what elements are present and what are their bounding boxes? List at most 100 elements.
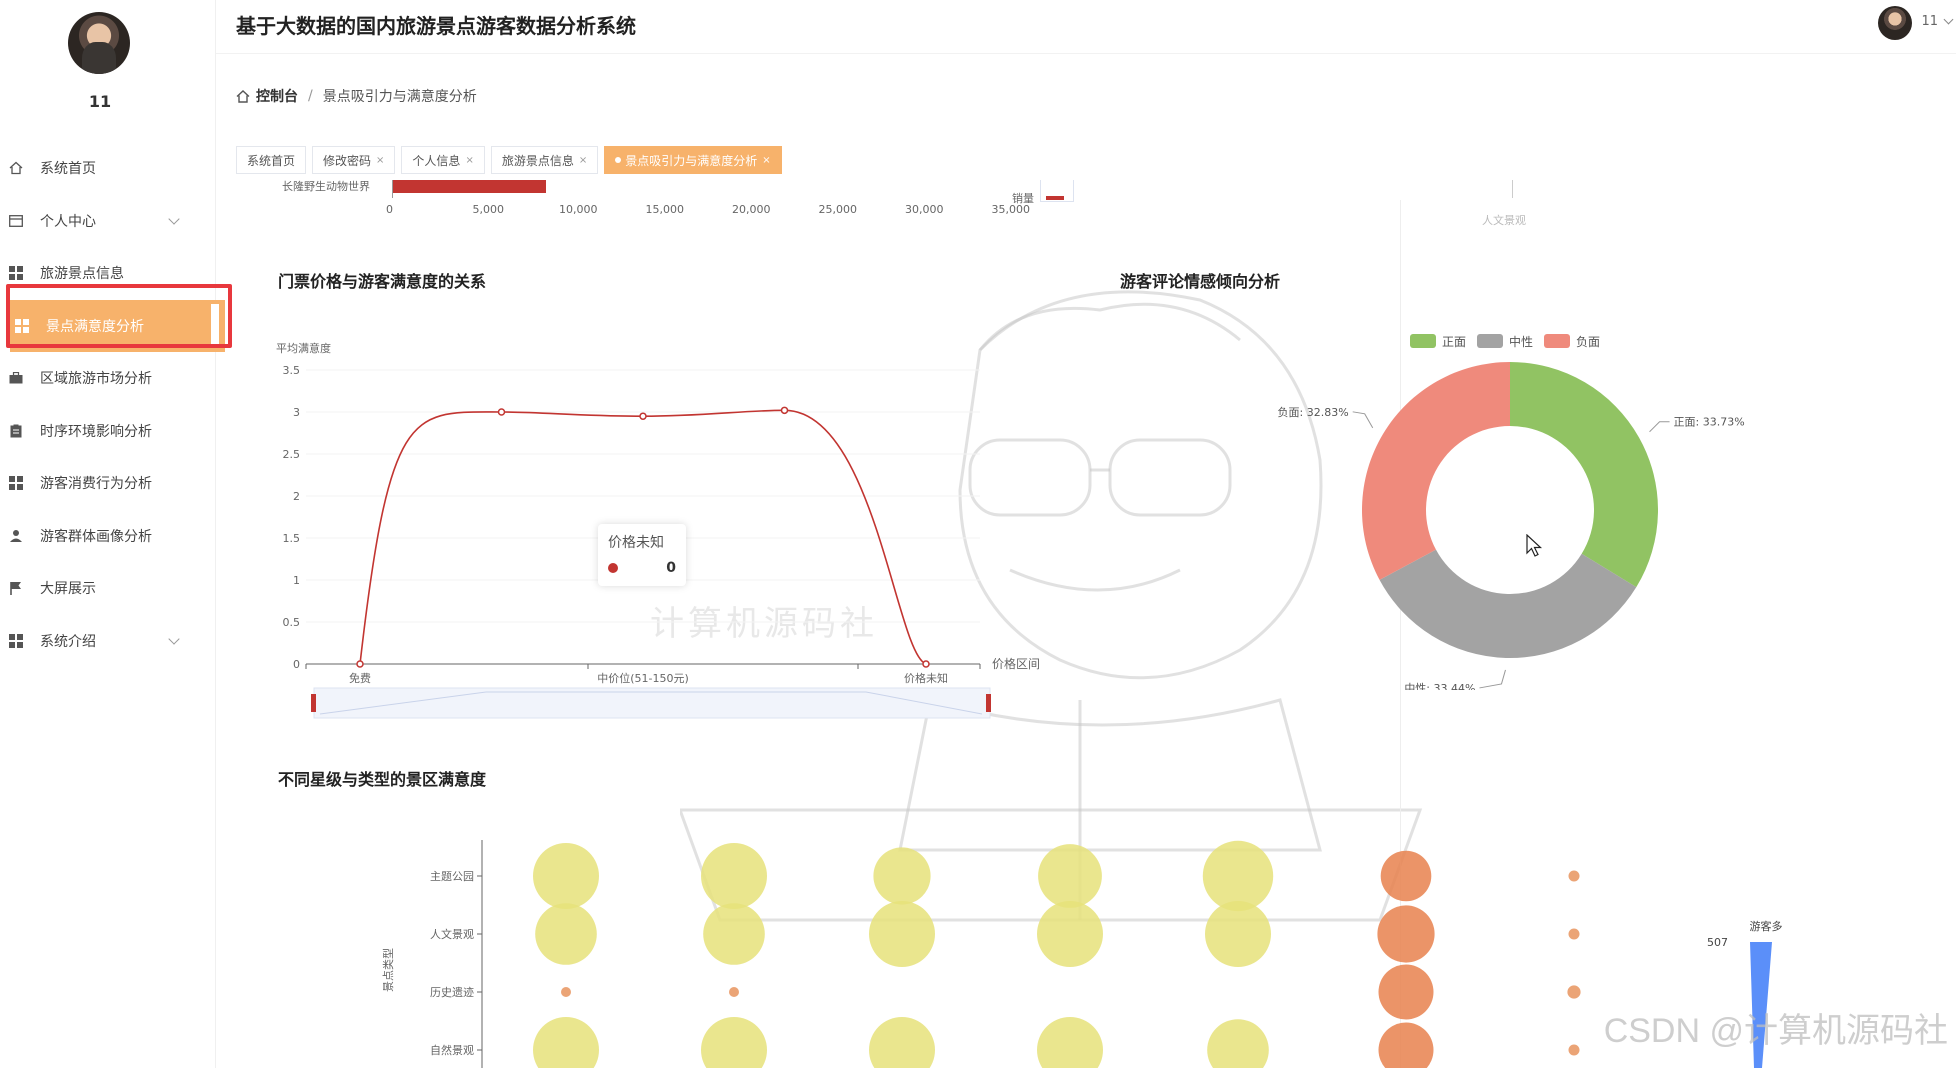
header-avatar[interactable] bbox=[1878, 6, 1912, 40]
tab-label: 个人信息 bbox=[412, 153, 461, 168]
tooltip-title: 价格未知 bbox=[608, 535, 664, 551]
close-icon[interactable]: × bbox=[579, 155, 587, 166]
sentiment-donut-chart: 正面 中性 负面正面: 33.73% 中性: 33.44% 负面: 32.83% bbox=[1278, 334, 1745, 690]
sidebar-item-label: 时序环境影响分析 bbox=[40, 423, 152, 440]
tab-label: 景点吸引力与满意度分析 bbox=[625, 153, 758, 168]
header-username[interactable]: 11 bbox=[1921, 14, 1938, 29]
datazoom-handle-right bbox=[986, 694, 991, 712]
sidebar-item-regional-market[interactable]: 区域旅游市场分析 bbox=[0, 352, 216, 405]
sidebar-item-big-screen[interactable]: 大屏展示 bbox=[0, 562, 216, 615]
tab-home[interactable]: 系统首页 bbox=[236, 146, 307, 174]
pie-slice bbox=[1362, 362, 1510, 580]
pie-slice-label: 正面: 33.73% bbox=[1674, 416, 1745, 429]
label-leader-line bbox=[1479, 669, 1506, 689]
price-chart-title: 门票价格与游客满意度的关系 bbox=[278, 272, 487, 291]
pie-slice-label: 中性: 33.44% bbox=[1404, 681, 1475, 690]
bubble-point bbox=[1568, 1044, 1580, 1056]
bubble-point bbox=[703, 903, 765, 965]
bubble-point bbox=[1202, 840, 1274, 912]
tab-change-password[interactable]: 修改密码 × bbox=[312, 146, 396, 174]
user-avatar[interactable] bbox=[68, 12, 130, 74]
tab-label: 系统首页 bbox=[247, 153, 296, 168]
x-axis-title: 价格区间 bbox=[992, 656, 1040, 671]
tab-personal-info[interactable]: 个人信息 × bbox=[401, 146, 485, 174]
bubble-point bbox=[1038, 844, 1102, 908]
sidebar-item-scenic-info[interactable]: 旅游景点信息 bbox=[0, 247, 216, 300]
partial-bar-label: 长隆野生动物世界 bbox=[282, 180, 370, 193]
legend-label: 正面 bbox=[1442, 335, 1466, 349]
partial-sales-label: 销量 bbox=[1012, 192, 1034, 205]
close-icon[interactable]: × bbox=[465, 155, 473, 166]
tab-label: 修改密码 bbox=[323, 153, 372, 168]
legend-label: 中性 bbox=[1509, 334, 1533, 349]
bubble-point bbox=[701, 1017, 767, 1068]
home-icon bbox=[236, 89, 250, 103]
grid-icon bbox=[14, 318, 30, 334]
legend-label: 负面 bbox=[1576, 335, 1600, 349]
app-window: 11 系统首页 个人中心 旅游景点信息 景点满意度分析 区域旅游市场分析 时序环… bbox=[0, 0, 1956, 1068]
sidebar-item-system-intro[interactable]: 系统介绍 bbox=[0, 615, 216, 668]
bubble-point bbox=[701, 843, 767, 909]
partial-axis-tick-label: 5,000 bbox=[472, 203, 505, 216]
sidebar-item-temporal-analysis[interactable]: 时序环境影响分析 bbox=[0, 405, 216, 458]
y-axis-title: 平均满意度 bbox=[276, 341, 331, 355]
x-tick-label: 价格未知 bbox=[904, 671, 948, 685]
breadcrumb: 控制台 / 景点吸引力与满意度分析 bbox=[236, 86, 477, 106]
sidebar-item-home[interactable]: 系统首页 bbox=[0, 142, 216, 195]
grid-icon bbox=[8, 475, 24, 491]
tab-label: 旅游景点信息 bbox=[501, 153, 574, 168]
tab-attraction-satisfaction[interactable]: 景点吸引力与满意度分析 × bbox=[604, 146, 782, 174]
sidebar-item-label: 个人中心 bbox=[40, 213, 96, 230]
bubble-point bbox=[533, 843, 599, 909]
x-tick-label: 免费 bbox=[349, 671, 371, 685]
close-icon[interactable]: × bbox=[376, 155, 384, 166]
data-point bbox=[780, 406, 789, 415]
sidebar-item-visitor-profile[interactable]: 游客群体画像分析 bbox=[0, 510, 216, 563]
partial-axis-line bbox=[392, 180, 393, 198]
partial-sales-frame bbox=[1040, 180, 1074, 202]
breadcrumb-home[interactable]: 控制台 bbox=[256, 86, 298, 106]
sidebar-item-personal-center[interactable]: 个人中心 bbox=[0, 195, 216, 248]
tab-scenic-info[interactable]: 旅游景点信息 × bbox=[490, 146, 599, 174]
bubble-point bbox=[1037, 1017, 1103, 1068]
datazoom-handle-left bbox=[311, 694, 316, 712]
sidebar-username: 11 bbox=[88, 92, 112, 111]
sidebar-item-label: 游客消费行为分析 bbox=[40, 476, 152, 493]
sidebar-nav: 系统首页 个人中心 旅游景点信息 景点满意度分析 区域旅游市场分析 时序环境影响… bbox=[0, 142, 225, 668]
sidebar-item-label: 大屏展示 bbox=[40, 581, 96, 598]
data-point bbox=[497, 408, 506, 416]
sidebar-item-label: 系统首页 bbox=[40, 161, 96, 178]
chevron-down-icon bbox=[168, 632, 180, 645]
card-icon bbox=[8, 213, 24, 229]
home-icon bbox=[8, 160, 24, 176]
bubble-point bbox=[1568, 928, 1580, 940]
system-title: 基于大数据的国内旅游景点游客数据分析系统 bbox=[236, 14, 636, 38]
bubble-point bbox=[1207, 1019, 1269, 1068]
data-point bbox=[639, 412, 647, 420]
legend-swatch bbox=[1477, 334, 1503, 348]
close-icon[interactable]: × bbox=[762, 155, 770, 166]
data-point bbox=[922, 660, 930, 668]
top-header: 基于大数据的国内旅游景点游客数据分析系统 11 bbox=[216, 0, 1956, 54]
x-tick-label: 中价位(51-150元) bbox=[597, 671, 689, 685]
y-tick-label: 人文景观 bbox=[430, 927, 474, 941]
bubble-point bbox=[561, 987, 571, 997]
sidebar-item-label: 旅游景点信息 bbox=[40, 266, 124, 283]
chevron-down-icon bbox=[168, 212, 180, 225]
y-tick-label: 3.5 bbox=[283, 364, 301, 377]
partial-axis-tick-label: 25,000 bbox=[818, 203, 858, 216]
bubble-point bbox=[1380, 850, 1432, 902]
sidebar-item-label: 游客群体画像分析 bbox=[40, 528, 152, 545]
sidebar-item-label: 区域旅游市场分析 bbox=[40, 371, 152, 388]
bubble-point bbox=[869, 901, 935, 967]
sidebar-item-label: 系统介绍 bbox=[40, 633, 96, 650]
sidebar-item-satisfaction-analysis[interactable]: 景点满意度分析 bbox=[10, 299, 225, 352]
y-tick-label: 1 bbox=[293, 574, 300, 587]
y-tick-label: 2 bbox=[293, 490, 300, 503]
chevron-down-icon[interactable] bbox=[1943, 14, 1954, 25]
tooltip-series-dot bbox=[608, 563, 618, 573]
bubble-point bbox=[1567, 985, 1581, 999]
sidebar-item-label: 景点满意度分析 bbox=[46, 318, 144, 335]
sidebar-item-consumption-behavior[interactable]: 游客消费行为分析 bbox=[0, 457, 216, 510]
y-tick-label: 3 bbox=[293, 406, 300, 419]
